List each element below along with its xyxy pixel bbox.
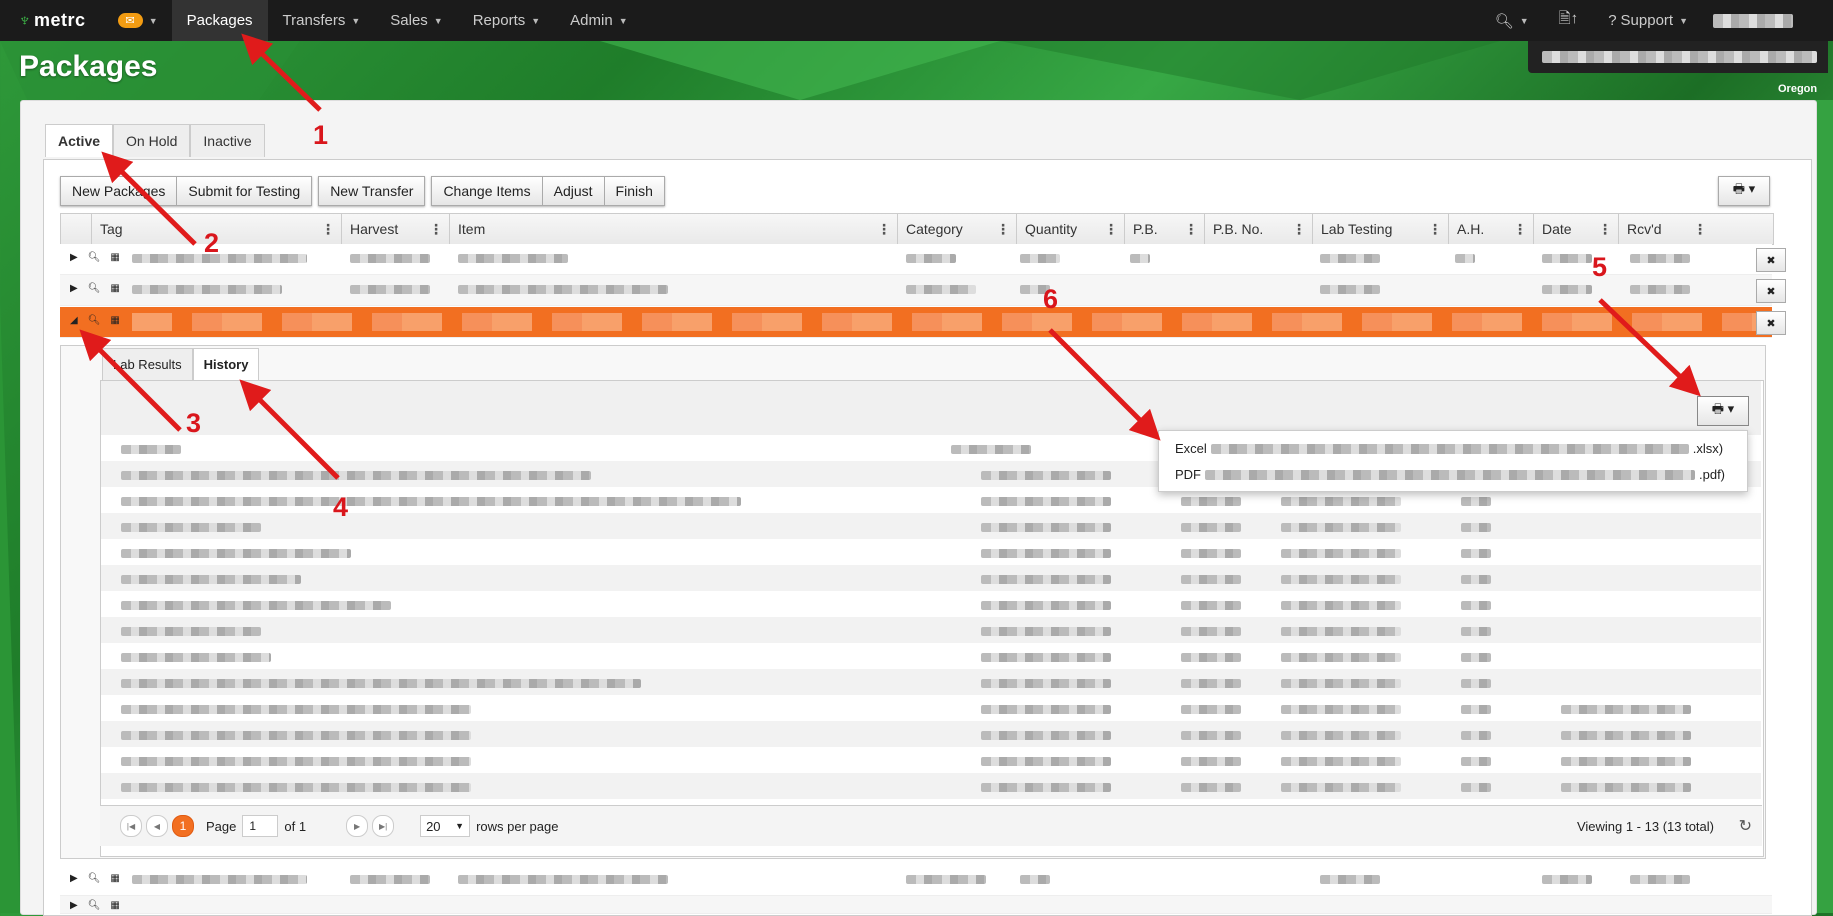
grid-icon[interactable]: ▦ <box>110 873 119 884</box>
last-page-icon[interactable]: ▶| <box>372 815 395 837</box>
annotation-3: 3 <box>186 408 202 438</box>
export-pdf-item[interactable]: PDF .pdf) <box>1175 467 1725 482</box>
top-navbar: ♆ metrc ✉ ▼ Packages Transfers ▼ Sales ▼ Rep… <box>0 0 1833 41</box>
remove-row-button[interactable]: ✖ <box>1756 279 1786 303</box>
rows-per-page-select[interactable]: 20 ▼ <box>420 815 471 837</box>
grid-icon[interactable]: ▦ <box>110 900 119 911</box>
detail-tabs: Lab Results History <box>102 348 260 380</box>
collapse-icon[interactable]: ◢ <box>70 315 78 326</box>
col-rcvd[interactable]: Rcv'd ⋮ <box>1618 214 1713 244</box>
support-dropdown[interactable]: ? Support ▼ <box>1593 0 1703 41</box>
tab-history[interactable]: History <box>192 348 260 380</box>
expand-icon[interactable]: ▶ <box>70 873 78 884</box>
grid-print-button[interactable]: 🖶 ▾ <box>1718 176 1770 206</box>
file-upload-icon: 🗎↑ <box>1558 10 1579 27</box>
search-icon[interactable]: 🔍︎ <box>88 283 101 294</box>
printer-icon: 🖶 ▾ <box>1732 181 1756 196</box>
table-row[interactable]: ▶ 🔍︎ ▦ ✖ <box>60 244 1786 275</box>
help-icon: ? <box>1608 12 1617 29</box>
new-transfer-button[interactable]: New Transfer <box>318 176 426 206</box>
col-category[interactable]: Category ⋮ <box>897 214 1016 244</box>
state-label: Oregon <box>1778 83 1818 95</box>
history-pager: |◀ ◀ 1 Page 1 of 1 ▶ ▶| 20 ▼ rows per pag… <box>100 805 1762 846</box>
leaf-icon: ♆ <box>18 10 32 30</box>
page-input[interactable]: 1 <box>242 815 279 837</box>
page-title: Packages <box>19 50 158 83</box>
table-row-selected[interactable]: ◢ 🔍︎ ▦ ✖ <box>60 307 1786 338</box>
rows-per-page-label: rows per page <box>476 818 559 834</box>
close-icon: ✖ <box>1766 317 1776 330</box>
package-tabs: Active On Hold Inactive <box>45 124 265 157</box>
export-excel-item[interactable]: Excel .xlsx) <box>1175 441 1723 456</box>
adjust-button[interactable]: Adjust <box>541 176 604 206</box>
facility-selector[interactable] <box>1528 41 1828 73</box>
annotation-6: 6 <box>1043 284 1059 314</box>
col-quantity[interactable]: Quantity ⋮ <box>1016 214 1124 244</box>
messages-dropdown[interactable]: ✉ ▼ <box>117 13 158 28</box>
col-date[interactable]: Date ⋮ <box>1533 214 1618 244</box>
nav-sales[interactable]: Sales ▼ <box>375 0 457 41</box>
col-pb[interactable]: P.B. ⋮ <box>1124 214 1204 244</box>
search-icon[interactable]: 🔍︎ <box>88 900 101 911</box>
table-row[interactable]: ▶ 🔍︎ ▦ <box>60 896 1772 914</box>
refresh-icon[interactable]: ↻ <box>1739 816 1752 836</box>
expand-icon[interactable]: ▶ <box>70 252 78 263</box>
finish-button[interactable]: Finish <box>603 176 665 206</box>
col-item[interactable]: Item ⋮ <box>449 214 897 244</box>
submit-for-testing-button[interactable]: Submit for Testing <box>176 176 313 206</box>
table-row[interactable]: ▶ 🔍︎ ▦ <box>60 865 1772 896</box>
page-label: Page <box>206 818 237 834</box>
annotation-4: 4 <box>333 492 349 522</box>
expand-icon[interactable]: ▶ <box>70 283 78 294</box>
next-page-icon[interactable]: ▶ <box>346 815 369 837</box>
page-total: of 1 <box>284 818 307 834</box>
search-icon[interactable]: 🔍︎ <box>88 873 101 884</box>
nav-reports[interactable]: Reports ▼ <box>458 0 555 41</box>
metrc-logo[interactable]: ♆ metrc <box>18 10 86 31</box>
annotation-5: 5 <box>1592 252 1608 282</box>
grid-icon[interactable]: ▦ <box>110 315 119 326</box>
change-items-button[interactable]: Change Items <box>431 176 542 206</box>
col-lab-testing[interactable]: Lab Testing ⋮ <box>1312 214 1448 244</box>
tab-inactive[interactable]: Inactive <box>190 124 265 157</box>
nav-admin[interactable]: Admin ▼ <box>555 0 642 41</box>
mail-icon: ✉ <box>117 13 143 28</box>
history-print-button[interactable]: 🖶 ▾ <box>1697 396 1749 426</box>
remove-row-button[interactable]: ✖ <box>1756 248 1786 272</box>
viewing-count: Viewing 1 - 13 (13 total) <box>1576 818 1714 834</box>
nav-packages[interactable]: Packages <box>171 0 268 41</box>
col-ah[interactable]: A.H. ⋮ <box>1448 214 1533 244</box>
packages-toolbar: New Packages Submit for Testing New Tran… <box>60 176 671 206</box>
grid-icon[interactable]: ▦ <box>110 252 119 263</box>
export-dropdown-menu: Excel .xlsx) PDF .pdf) <box>1158 430 1748 492</box>
search-icon[interactable]: 🔍︎ <box>88 252 101 263</box>
grid-icon[interactable]: ▦ <box>110 283 119 294</box>
search-icon[interactable]: 🔍︎ <box>88 315 101 326</box>
table-row[interactable]: ▶ 🔍︎ ▦ ✖ <box>60 275 1786 306</box>
account-menu[interactable] <box>1713 13 1793 28</box>
close-icon: ✖ <box>1766 254 1776 267</box>
search-dropdown[interactable]: 🔍︎ ▼ <box>1480 0 1544 41</box>
first-page-icon[interactable]: |◀ <box>120 815 142 837</box>
tab-on-hold[interactable]: On Hold <box>113 124 191 157</box>
tab-lab-results[interactable]: Lab Results <box>102 348 193 380</box>
caret-down-icon: ▼ <box>148 15 158 26</box>
current-page-button[interactable]: 1 <box>172 815 194 837</box>
prev-page-icon[interactable]: ◀ <box>146 815 168 837</box>
new-packages-button[interactable]: New Packages <box>60 176 177 206</box>
annotation-1: 1 <box>313 120 329 150</box>
expand-icon[interactable]: ▶ <box>70 900 78 911</box>
col-pb-no[interactable]: P.B. No. ⋮ <box>1204 214 1312 244</box>
remove-row-button[interactable]: ✖ <box>1756 311 1786 335</box>
upload-file-button[interactable]: 🗎↑ <box>1544 0 1594 41</box>
grid-header: Tag ⋮ Harvest ⋮ Item ⋮ Category ⋮ Quantity ⋮ … <box>60 213 1774 245</box>
close-icon: ✖ <box>1766 285 1776 298</box>
tab-active[interactable]: Active <box>45 124 114 157</box>
nav-transfers[interactable]: Transfers ▼ <box>268 0 376 41</box>
col-harvest[interactable]: Harvest ⋮ <box>341 214 449 244</box>
search-icon: 🔍︎ <box>1494 12 1514 30</box>
printer-icon: 🖶 ▾ <box>1711 401 1735 416</box>
annotation-2: 2 <box>204 228 220 258</box>
